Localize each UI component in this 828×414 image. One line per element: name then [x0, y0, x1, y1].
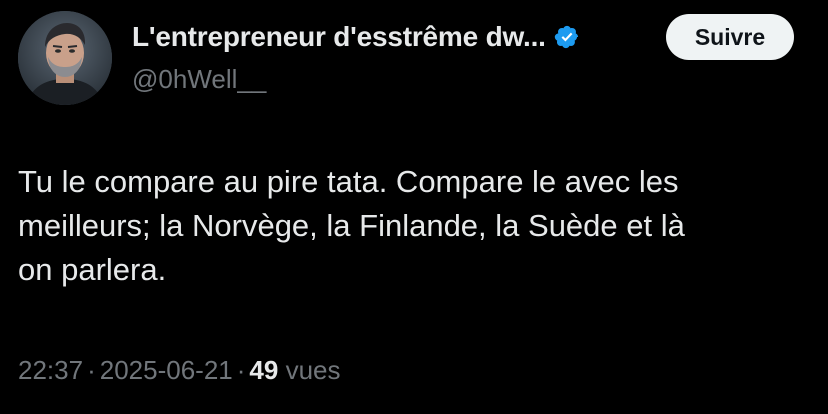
- verified-badge-icon: [554, 24, 580, 50]
- follow-button[interactable]: Suivre: [666, 14, 794, 60]
- tweet-date[interactable]: 2025-06-21: [100, 355, 233, 385]
- tweet-text-line: meilleurs; la Norvège, la Finlande, la S…: [18, 208, 685, 243]
- meta-separator: ·: [87, 355, 96, 385]
- author-handle[interactable]: @0hWell__: [132, 64, 266, 95]
- tweet-text: Tu le compare au pire tata. Compare le a…: [18, 160, 808, 292]
- author-name-row[interactable]: L'entrepreneur d'esstrême dw...: [132, 16, 580, 58]
- views-label: vues: [285, 355, 341, 385]
- avatar[interactable]: [18, 11, 112, 105]
- avatar-photo: [18, 11, 112, 105]
- author-display-name[interactable]: L'entrepreneur d'esstrême dw...: [132, 21, 546, 53]
- views-count[interactable]: 49: [249, 355, 278, 385]
- tweet-time[interactable]: 22:37: [18, 355, 83, 385]
- tweet-text-line: on parlera.: [18, 252, 167, 287]
- tweet-meta: 22:37 · 2025-06-21 · 49 vues: [18, 355, 341, 386]
- meta-separator: ·: [236, 355, 246, 385]
- tweet-text-line: Tu le compare au pire tata. Compare le a…: [18, 164, 679, 199]
